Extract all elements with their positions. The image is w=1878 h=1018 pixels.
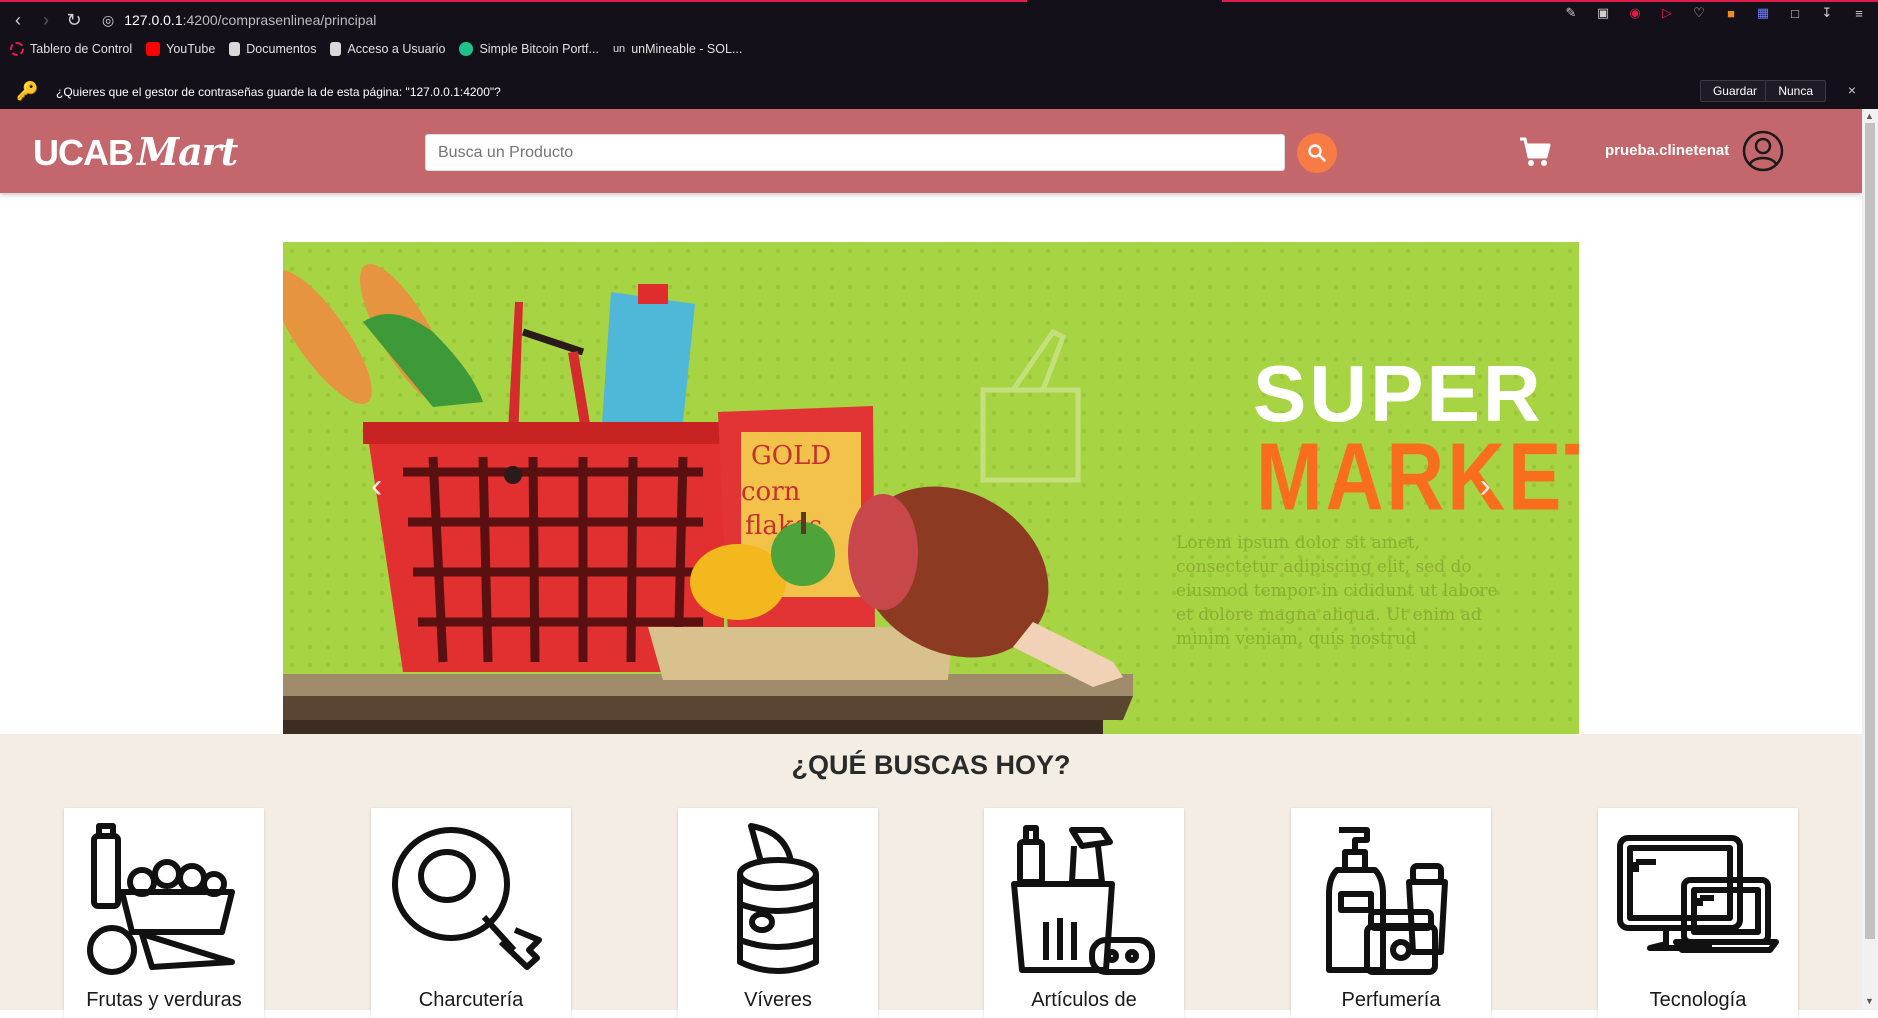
loading-bar-segment bbox=[1222, 0, 1878, 2]
cart-icon[interactable] bbox=[1518, 136, 1552, 168]
banner-lorem-text: Lorem ipsum dolor sit amet, consectetur … bbox=[1176, 533, 1498, 649]
category-label: Charcutería bbox=[418, 989, 524, 1011]
bookmark-item[interactable]: Documentos bbox=[229, 42, 316, 56]
bookmark-label: unMineable - SOL... bbox=[631, 42, 743, 56]
fox-extension-icon[interactable]: ■ bbox=[1722, 4, 1740, 22]
category-label: Frutas y verduras bbox=[86, 989, 242, 1011]
category-cards: Frutas y verduras Charcutería Víveres Ar… bbox=[64, 808, 1798, 1018]
bookmark-item[interactable]: Tablero de Control bbox=[10, 42, 132, 56]
password-prompt: ¿Quieres que el gestor de contraseñas gu… bbox=[56, 84, 501, 99]
bookmarks-bar: Tablero de Control YouTube Documentos Ac… bbox=[10, 42, 742, 56]
youtube-icon bbox=[146, 42, 161, 56]
category-card-frutas[interactable]: Frutas y verduras bbox=[64, 808, 264, 1018]
play-icon[interactable]: ▷ bbox=[1658, 4, 1676, 22]
url-host: 127.0.0.1 bbox=[124, 12, 183, 28]
search-icon bbox=[1308, 144, 1326, 162]
close-icon[interactable]: × bbox=[1848, 82, 1856, 98]
bookmark-item[interactable]: Acceso a Usuario bbox=[330, 42, 445, 56]
app-header: UCABMart prueba.clinetenat bbox=[0, 109, 1862, 193]
logo-main: UCAB bbox=[33, 132, 134, 173]
ucabmart-logo[interactable]: UCAB Mart bbox=[33, 129, 238, 174]
carousel-prev-button[interactable]: ‹ bbox=[371, 467, 382, 506]
ham-icon bbox=[392, 827, 542, 970]
address-bar[interactable]: ◎ 127.0.0.1:4200/comprasenlinea/principa… bbox=[102, 12, 376, 29]
document-icon bbox=[229, 42, 241, 56]
scroll-thumb[interactable] bbox=[1865, 123, 1875, 939]
bookmark-label: Documentos bbox=[246, 42, 317, 56]
page-scrollbar[interactable]: ▲ ▼ bbox=[1862, 109, 1878, 1010]
unmineable-icon: un bbox=[612, 43, 626, 55]
url-path: :4200/comprasenlinea/principal bbox=[182, 12, 377, 28]
can-icon bbox=[737, 823, 819, 974]
reload-icon[interactable]: ↻ bbox=[60, 6, 88, 34]
username[interactable]: prueba.clinetenat bbox=[1605, 142, 1729, 159]
never-save-button[interactable]: Nunca bbox=[1765, 80, 1826, 102]
computer-icon bbox=[1617, 835, 1779, 953]
category-label: Tecnología bbox=[1649, 989, 1747, 1011]
bookmark-item[interactable]: YouTube bbox=[146, 42, 215, 56]
browser-chrome: ‹ › ↻ ◎ 127.0.0.1:4200/comprasenlinea/pr… bbox=[0, 0, 1878, 109]
banner-box-label: corn bbox=[741, 477, 801, 507]
category-label: Víveres bbox=[744, 989, 812, 1011]
bookmark-item[interactable]: Simple Bitcoin Portf... bbox=[459, 42, 599, 56]
cosmetics-icon bbox=[1326, 827, 1448, 975]
loading-bar-segment bbox=[0, 0, 1027, 2]
category-card-charcuteria[interactable]: Charcutería bbox=[371, 808, 571, 1018]
menu-icon[interactable]: ≡ bbox=[1850, 4, 1868, 22]
bookmark-label: YouTube bbox=[166, 42, 216, 56]
save-password-button[interactable]: Guardar bbox=[1699, 80, 1770, 102]
category-label: Artículos de bbox=[1031, 989, 1137, 1011]
extension-icon[interactable]: ▦ bbox=[1754, 4, 1772, 22]
category-label: Perfumería bbox=[1341, 989, 1441, 1011]
bitcoin-portfolio-icon bbox=[459, 42, 474, 56]
download-icon[interactable]: ↧ bbox=[1818, 4, 1836, 22]
search-button[interactable] bbox=[1297, 133, 1337, 173]
category-card-viveres[interactable]: Víveres bbox=[678, 808, 878, 1018]
browser-toolbar-icons: ✎ ▣ ◉ ▷ ♡ ■ ▦ □ ↧ ≡ bbox=[1562, 4, 1868, 22]
bookmark-label: Acceso a Usuario bbox=[347, 42, 446, 56]
vegetables-icon bbox=[87, 823, 235, 975]
back-icon[interactable]: ‹ bbox=[4, 6, 32, 34]
password-save-bar: 🔑 ¿Quieres que el gestor de contraseñas … bbox=[0, 74, 1878, 109]
category-card-perfumeria[interactable]: Perfumería bbox=[1291, 808, 1491, 1018]
logo-script: Mart bbox=[137, 129, 238, 174]
globe-icon: ◎ bbox=[102, 11, 115, 28]
share-icon[interactable]: ✎ bbox=[1562, 4, 1580, 22]
shield-icon[interactable]: ◉ bbox=[1626, 4, 1644, 22]
scroll-up-icon[interactable]: ▲ bbox=[1865, 111, 1874, 121]
camera-icon[interactable]: ▣ bbox=[1594, 4, 1612, 22]
cleaning-icon bbox=[1011, 825, 1155, 975]
page-icon bbox=[330, 42, 342, 56]
search-input[interactable] bbox=[425, 134, 1285, 171]
heart-icon[interactable]: ♡ bbox=[1690, 4, 1708, 22]
banner-title-market: MARKET bbox=[1256, 423, 1579, 530]
forward-icon[interactable]: › bbox=[32, 6, 60, 34]
category-card-tecnologia[interactable]: Tecnología bbox=[1598, 808, 1798, 1018]
promo-carousel[interactable]: GOLD corn flakes SUPER MARKET Lorem ipsu… bbox=[283, 242, 1579, 741]
key-icon: 🔑 bbox=[16, 81, 39, 101]
scroll-down-icon[interactable]: ▼ bbox=[1865, 996, 1874, 1006]
bookmark-item[interactable]: un unMineable - SOL... bbox=[613, 42, 742, 56]
bookmark-label: Simple Bitcoin Portf... bbox=[479, 42, 599, 56]
carousel-next-button[interactable]: › bbox=[1480, 467, 1491, 506]
dashboard-icon bbox=[10, 42, 24, 56]
cube-icon[interactable]: □ bbox=[1786, 4, 1804, 22]
bookmark-label: Tablero de Control bbox=[30, 42, 133, 56]
section-title: ¿QUÉ BUSCAS HOY? bbox=[791, 750, 1071, 780]
user-avatar-icon[interactable] bbox=[1742, 130, 1784, 172]
loading-bar bbox=[0, 0, 1878, 2]
banner-box-label: GOLD bbox=[751, 441, 831, 471]
category-card-limpieza[interactable]: Artículos de bbox=[984, 808, 1184, 1018]
categories-section: ¿QUÉ BUSCAS HOY? Frutas y verduras Charc… bbox=[0, 734, 1862, 1018]
